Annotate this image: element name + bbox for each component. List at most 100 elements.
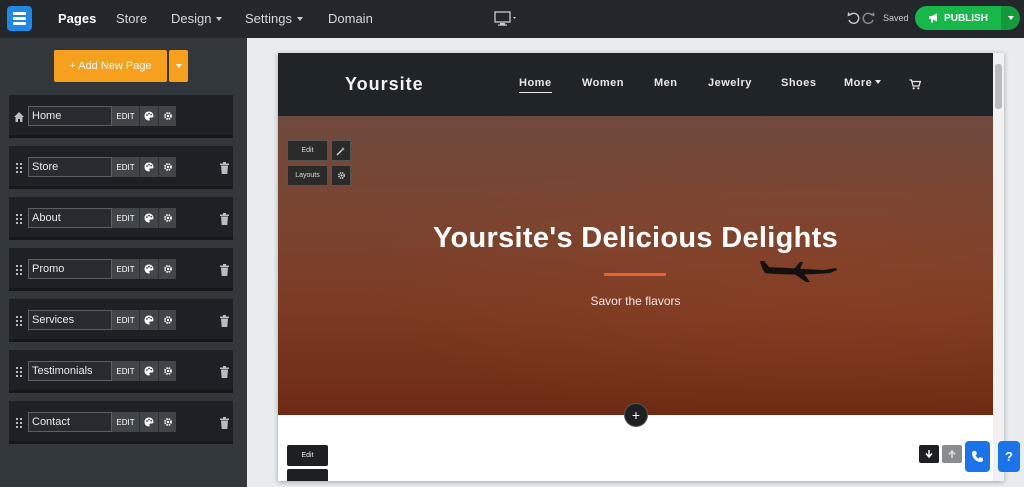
site-nav-men[interactable]: Men	[654, 77, 678, 89]
drag-handle-icon[interactable]	[13, 162, 25, 174]
page-row[interactable]: Contact EDIT	[9, 401, 233, 444]
hero-settings-button[interactable]	[331, 165, 351, 186]
page-settings-button[interactable]	[158, 106, 176, 126]
page-name-input[interactable]: About	[28, 208, 112, 228]
nav-settings[interactable]: Settings	[245, 11, 303, 26]
magic-wand-icon	[336, 146, 345, 155]
hero-layouts-button[interactable]: Layouts	[287, 165, 328, 186]
page-name-input[interactable]: Testimonials	[28, 361, 112, 381]
airplane-silhouette	[760, 261, 837, 282]
page-edit-button[interactable]: EDIT	[112, 310, 139, 330]
page-edit-button[interactable]: EDIT	[112, 106, 139, 126]
page-name-input[interactable]: Contact	[28, 412, 112, 432]
page-name-input[interactable]: Services	[28, 310, 112, 330]
drag-handle-icon[interactable]	[13, 264, 25, 276]
palette-icon	[144, 213, 154, 223]
drag-handle-icon[interactable]	[13, 366, 25, 378]
scrollbar-thumb[interactable]	[995, 64, 1002, 109]
trash-icon[interactable]	[219, 213, 230, 225]
phone-icon	[972, 451, 983, 462]
app-logo-icon[interactable]	[7, 6, 32, 31]
nav-design[interactable]: Design	[171, 11, 223, 26]
hero-edit-button[interactable]: Edit	[287, 140, 328, 161]
gear-icon	[163, 418, 172, 426]
drag-handle-icon[interactable]	[13, 213, 25, 225]
palette-icon	[144, 315, 154, 325]
page-row[interactable]: Store EDIT	[9, 146, 233, 189]
site-header: Yoursite Home Women Men Jewelry Shoes Mo…	[278, 53, 993, 116]
page-design-button[interactable]	[139, 157, 158, 177]
page-edit-button[interactable]: EDIT	[112, 259, 139, 279]
trash-icon[interactable]	[219, 315, 230, 327]
publish-label: PUBLISH	[944, 12, 988, 24]
nav-design-label: Design	[171, 11, 212, 26]
move-section-up-button[interactable]	[942, 445, 962, 463]
page-edit-button[interactable]: EDIT	[112, 157, 139, 177]
nav-store[interactable]: Store	[116, 11, 147, 26]
page-settings-button[interactable]	[158, 208, 176, 228]
call-button[interactable]	[965, 441, 990, 472]
site-nav-jewelry[interactable]: Jewelry	[708, 77, 752, 89]
trash-icon[interactable]	[219, 162, 230, 174]
nav-pages[interactable]: Pages	[58, 11, 96, 26]
section-edit-button[interactable]: Edit	[287, 445, 328, 466]
page-settings-button[interactable]	[158, 412, 176, 432]
hero-title[interactable]: Yoursite's Delicious Delights	[278, 222, 993, 255]
page-settings-button[interactable]	[158, 157, 176, 177]
trash-icon[interactable]	[219, 264, 230, 276]
chevron-down-icon	[875, 80, 882, 84]
trash-icon[interactable]	[219, 417, 230, 429]
add-new-page-button[interactable]: + Add New Page	[54, 50, 167, 82]
cart-icon[interactable]	[909, 79, 921, 90]
page-name-input[interactable]: Home	[28, 106, 112, 126]
move-section-down-button[interactable]	[919, 445, 939, 463]
gear-icon	[163, 163, 172, 171]
drag-handle-icon[interactable]	[13, 417, 25, 429]
desktop-icon[interactable]	[494, 11, 518, 27]
page-edit-button[interactable]: EDIT	[112, 412, 139, 432]
page-name-input[interactable]: Store	[28, 157, 112, 177]
page-row[interactable]: About EDIT	[9, 197, 233, 240]
palette-icon	[144, 111, 154, 121]
page-settings-button[interactable]	[158, 259, 176, 279]
page-design-button[interactable]	[139, 361, 158, 381]
add-page-options-button[interactable]	[169, 50, 188, 82]
site-logo[interactable]: Yoursite	[345, 74, 424, 95]
editor-canvas: Yoursite Home Women Men Jewelry Shoes Mo…	[247, 38, 1024, 487]
site-nav-home[interactable]: Home	[519, 77, 552, 93]
site-nav-women[interactable]: Women	[582, 77, 624, 89]
page-edit-button[interactable]: EDIT	[112, 208, 139, 228]
hero-section: Edit Layouts Yoursite's Delicious Deligh…	[278, 116, 993, 415]
page-row[interactable]: Home EDIT	[9, 95, 233, 138]
drag-handle-icon[interactable]	[13, 315, 25, 327]
nav-domain[interactable]: Domain	[328, 11, 373, 26]
hero-magic-button[interactable]	[331, 140, 351, 161]
palette-icon	[144, 417, 154, 427]
redo-icon[interactable]	[862, 11, 876, 25]
gear-icon	[163, 367, 172, 375]
help-button[interactable]: ?	[998, 441, 1020, 472]
publish-button[interactable]: PUBLISH	[915, 6, 1001, 30]
site-nav-shoes[interactable]: Shoes	[781, 77, 817, 89]
page-name-input[interactable]: Promo	[28, 259, 112, 279]
publish-options-button[interactable]	[1001, 6, 1020, 30]
trash-icon[interactable]	[219, 366, 230, 378]
add-section-button[interactable]: +	[624, 403, 648, 427]
palette-icon	[144, 162, 154, 172]
page-design-button[interactable]	[139, 259, 158, 279]
page-row[interactable]: Promo EDIT	[9, 248, 233, 291]
page-design-button[interactable]	[139, 412, 158, 432]
page-settings-button[interactable]	[158, 310, 176, 330]
page-settings-button[interactable]	[158, 361, 176, 381]
site-nav-more[interactable]: More	[844, 77, 882, 89]
page-row[interactable]: Services EDIT	[9, 299, 233, 342]
section-layouts-button[interactable]	[287, 469, 328, 481]
undo-icon[interactable]	[846, 11, 860, 25]
page-design-button[interactable]	[139, 310, 158, 330]
page-row[interactable]: Testimonials EDIT	[9, 350, 233, 393]
preview-scrollbar[interactable]	[993, 53, 1004, 481]
page-design-button[interactable]	[139, 208, 158, 228]
page-design-button[interactable]	[139, 106, 158, 126]
hero-subtitle[interactable]: Savor the flavors	[278, 294, 993, 308]
page-edit-button[interactable]: EDIT	[112, 361, 139, 381]
